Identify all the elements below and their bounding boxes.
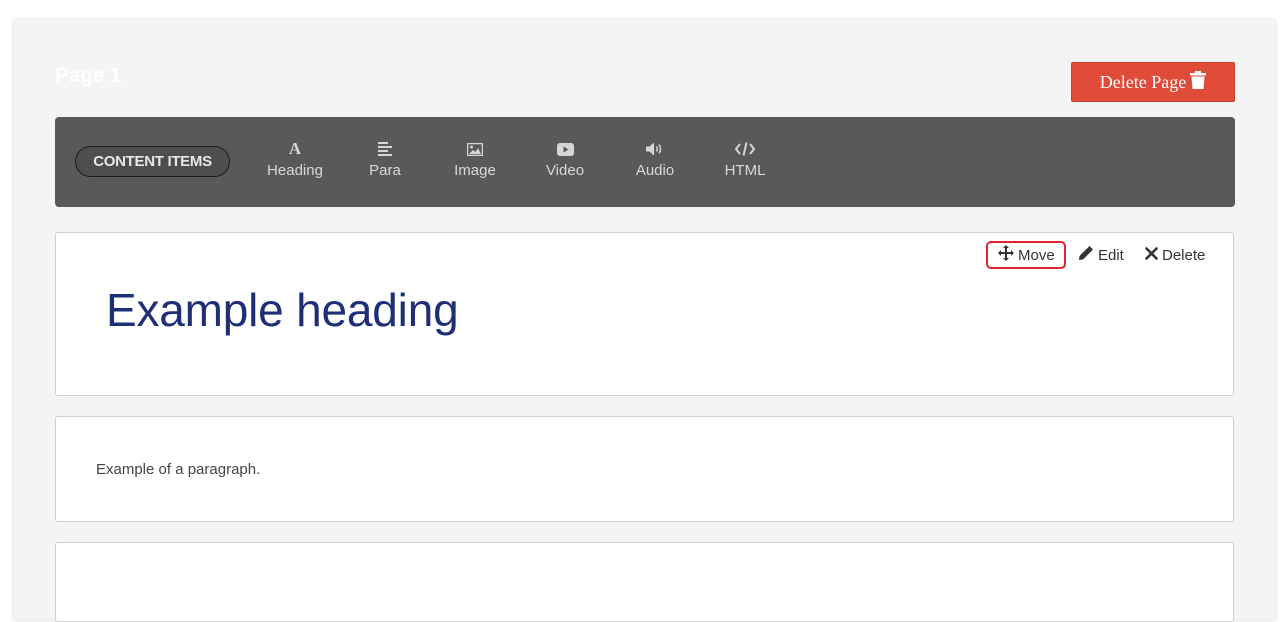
tool-heading[interactable]: A Heading [255, 139, 335, 187]
delete-page-button[interactable]: Delete Page [1071, 62, 1235, 102]
tool-para-label: Para [369, 162, 401, 179]
trash-icon [1190, 70, 1207, 94]
delete-page-label: Delete Page [1099, 71, 1187, 92]
tool-audio[interactable]: Audio [615, 139, 695, 187]
move-button[interactable]: Move [986, 241, 1066, 269]
tool-html[interactable]: HTML [705, 139, 785, 187]
edit-label: Edit [1098, 246, 1124, 264]
tool-html-label: HTML [724, 162, 766, 179]
tool-image-label: Image [454, 162, 496, 179]
tool-video-label: Video [545, 162, 585, 179]
audio-icon [646, 139, 664, 159]
example-heading: Example heading [106, 284, 459, 336]
tool-video[interactable]: Video [525, 139, 605, 187]
video-icon [556, 139, 574, 159]
tool-image[interactable]: Image [435, 139, 515, 187]
code-icon [735, 139, 755, 159]
image-icon [467, 139, 483, 159]
tool-para[interactable]: Para [345, 139, 425, 187]
tool-audio-label: Audio [635, 162, 675, 179]
heading-icon: A [288, 139, 302, 158]
move-arrows-icon [998, 245, 1014, 265]
pencil-icon [1078, 245, 1094, 265]
empty-block[interactable] [55, 542, 1234, 622]
paragraph-block[interactable]: Example of a paragraph. [55, 416, 1234, 522]
delete-label: Delete [1162, 246, 1206, 264]
example-paragraph: Example of a paragraph. [96, 461, 261, 478]
heading-block[interactable]: Move Edit Delete Example heading [55, 232, 1234, 396]
content-toolbar: CONTENT ITEMS A Heading Para Image Video… [55, 117, 1235, 207]
close-icon [1145, 246, 1158, 264]
content-items-badge: CONTENT ITEMS [75, 146, 230, 177]
delete-block-button[interactable]: Delete [1145, 241, 1205, 269]
page-title: Page 1 [55, 64, 121, 87]
tool-heading-label: Heading [267, 162, 323, 179]
paragraph-icon [378, 139, 392, 159]
move-label: Move [1018, 246, 1055, 264]
edit-button[interactable]: Edit [1078, 241, 1124, 269]
